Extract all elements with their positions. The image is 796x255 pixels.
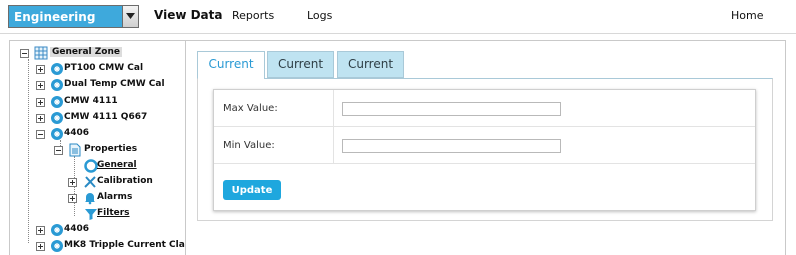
- tree-node-4406-b[interactable]: 4406: [36, 223, 181, 237]
- row-divider: [333, 127, 334, 163]
- expand-toggle[interactable]: [36, 226, 45, 235]
- tree-node-label: PT100 CMW Cal: [64, 63, 144, 73]
- tree-node-filters[interactable]: Filters: [84, 207, 179, 221]
- sensor-icon: [51, 128, 63, 140]
- update-button[interactable]: Update: [223, 180, 281, 200]
- row-divider: [333, 90, 334, 126]
- collapse-toggle[interactable]: [20, 49, 29, 58]
- funnel-icon: [85, 209, 97, 220]
- tree-node-mk8[interactable]: MK8 Tripple Current Cla: [36, 239, 185, 253]
- tree-view: General Zone PT100 CMW Cal Dual Temp CMW…: [0, 0, 185, 255]
- sensor-icon: [51, 224, 63, 236]
- sensor-icon: [51, 79, 63, 91]
- tree-node-cmw4111-q667[interactable]: CMW 4111 Q667: [36, 111, 181, 125]
- collapse-toggle[interactable]: [54, 146, 63, 155]
- tree-node-pt100[interactable]: PT100 CMW Cal: [36, 62, 181, 76]
- nav-reports[interactable]: Reports: [232, 9, 274, 22]
- tree-node-calibration[interactable]: Calibration: [68, 175, 180, 189]
- bell-icon: [85, 193, 95, 205]
- tools-icon: [84, 176, 96, 188]
- tree-node-label: Alarms: [97, 192, 133, 202]
- tree-node-label: MK8 Tripple Current Cla: [64, 240, 185, 250]
- circle-icon: [84, 159, 98, 173]
- tree-node-cmw4111[interactable]: CMW 4111: [36, 95, 181, 109]
- expand-toggle[interactable]: [36, 81, 45, 90]
- active-tab-joiner: [198, 78, 264, 80]
- expand-toggle[interactable]: [36, 242, 45, 251]
- tree-node-label: Filters: [97, 208, 130, 218]
- tree-node-label: General: [97, 160, 137, 170]
- tree-node-label: Calibration: [97, 176, 153, 186]
- min-value-input[interactable]: [342, 139, 561, 153]
- tab-current-3[interactable]: Current: [337, 51, 404, 78]
- max-value-label: Max Value:: [223, 103, 278, 114]
- tab-current-2[interactable]: Current: [267, 51, 334, 78]
- tree-node-label: 4406: [64, 128, 90, 138]
- tree-node-label: 4406: [64, 224, 90, 234]
- tree-node-general[interactable]: General: [84, 159, 179, 173]
- sensor-icon: [51, 112, 63, 124]
- tree-line: [28, 59, 29, 243]
- sensor-icon: [51, 240, 63, 252]
- grid-icon: [34, 46, 48, 60]
- tree-node-label: Dual Temp CMW Cal: [64, 79, 165, 89]
- value-form: Max Value: Min Value: Update: [213, 89, 756, 211]
- tree-node-label: CMW 4111: [64, 96, 118, 106]
- tree-node-label: General Zone: [50, 47, 122, 57]
- tree-node-label: CMW 4111 Q667: [64, 112, 148, 122]
- tree-node-label: Properties: [84, 144, 138, 154]
- expand-toggle[interactable]: [36, 114, 45, 123]
- expand-toggle[interactable]: [36, 65, 45, 74]
- tree-node-4406[interactable]: 4406: [36, 127, 181, 141]
- expand-toggle[interactable]: [36, 98, 45, 107]
- tree-node-root[interactable]: General Zone: [20, 46, 180, 60]
- document-icon: [69, 143, 81, 157]
- collapse-toggle[interactable]: [36, 130, 45, 139]
- tree-node-dual-temp[interactable]: Dual Temp CMW Cal: [36, 78, 181, 92]
- sensor-icon: [51, 63, 63, 75]
- tree-node-alarms[interactable]: Alarms: [68, 191, 180, 205]
- min-value-row: Min Value:: [214, 127, 755, 164]
- tree-node-properties[interactable]: Properties: [54, 143, 179, 157]
- nav-logs[interactable]: Logs: [307, 9, 332, 22]
- expand-toggle[interactable]: [68, 178, 77, 187]
- min-value-label: Min Value:: [223, 140, 275, 151]
- expand-toggle[interactable]: [68, 194, 77, 203]
- max-value-input[interactable]: [342, 102, 561, 116]
- sensor-icon: [51, 96, 63, 108]
- nav-home[interactable]: Home: [731, 9, 763, 22]
- panel-divider: [185, 40, 186, 255]
- tab-current-1[interactable]: Current: [197, 51, 265, 79]
- max-value-row: Max Value:: [214, 90, 755, 127]
